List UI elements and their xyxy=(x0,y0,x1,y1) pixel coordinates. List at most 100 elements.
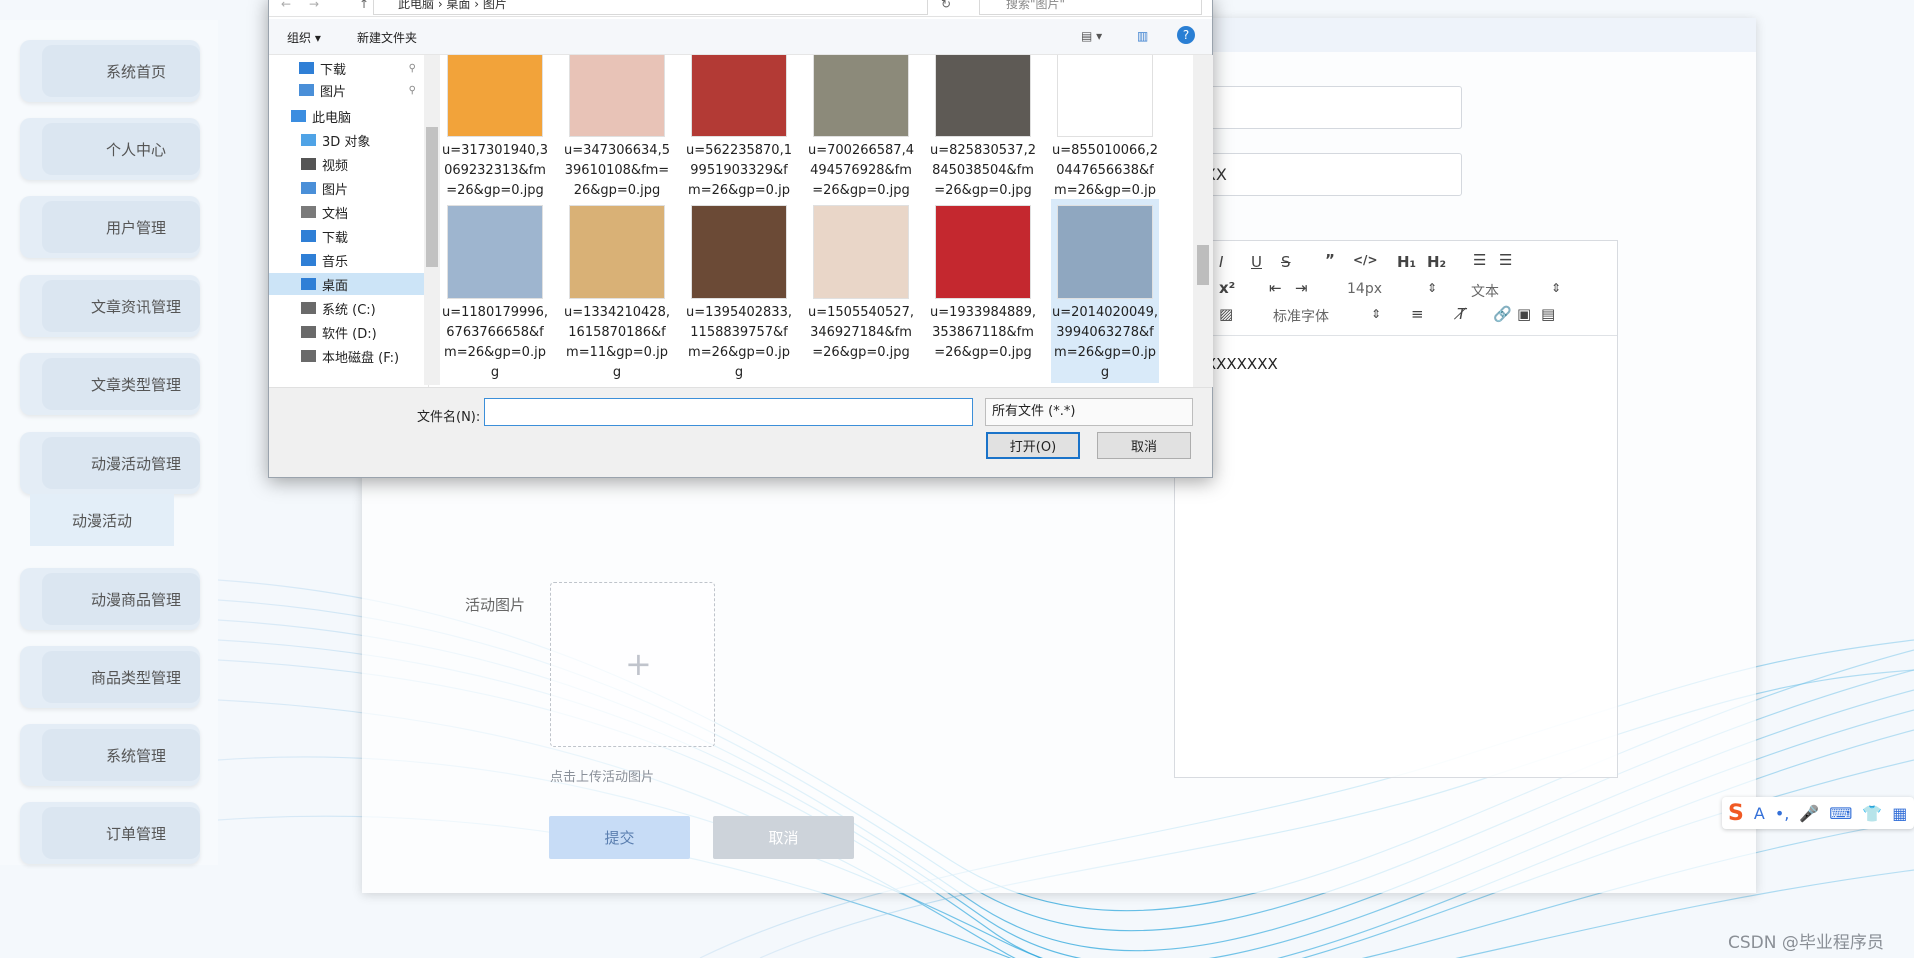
file-item[interactable]: u=347306634,539610108&fm=26&gp=0.jpg xyxy=(563,55,671,201)
heading1-icon[interactable]: H₁ xyxy=(1397,253,1416,271)
align-icon[interactable]: ≡ xyxy=(1411,305,1424,323)
nav-item-drive-c[interactable]: 系统 (C:) xyxy=(269,297,424,319)
nav-item-desktop[interactable]: 桌面 xyxy=(269,273,424,295)
image-icon[interactable]: ▣ xyxy=(1517,305,1531,323)
filename-label: 文件名(N): xyxy=(417,410,481,425)
view-options-icon[interactable]: ▤ ▾ xyxy=(1081,29,1102,43)
code-icon[interactable]: </> xyxy=(1353,253,1378,267)
3d-objects-icon xyxy=(301,134,316,146)
file-item[interactable]: u=1395402833,1158839757&fm=26&gp=0.jpg xyxy=(685,205,793,383)
file-item[interactable]: u=562235870,19951903329&fm=26&gp=0.jpg xyxy=(685,55,793,221)
file-item[interactable]: u=855010066,20447656638&fm=26&gp=0.jpg xyxy=(1051,55,1159,221)
file-item[interactable]: u=1180179996,6763766658&fm=26&gp=0.jpg xyxy=(441,205,549,383)
dialog-toolbar: 组织 ▾ 新建文件夹 ▤ ▾ ▥ ? xyxy=(269,19,1212,55)
refresh-icon[interactable]: ↻ xyxy=(941,0,951,11)
indent-icon[interactable]: ⇥ xyxy=(1295,279,1308,297)
upload-image-box[interactable]: + xyxy=(550,582,715,747)
superscript-icon[interactable]: x² xyxy=(1219,279,1235,297)
file-scroll-thumb[interactable] xyxy=(1197,245,1209,285)
ime-letter-icon[interactable]: A xyxy=(1754,804,1765,823)
blockquote-icon[interactable]: ” xyxy=(1325,251,1335,269)
download-icon xyxy=(299,62,314,74)
file-item[interactable]: u=700266587,4494576928&fm=26&gp=0.jpg xyxy=(807,55,915,201)
keyboard-icon[interactable]: ⌨ xyxy=(1829,804,1852,823)
nav-item-music[interactable]: 音乐 xyxy=(269,249,424,271)
nav-scrollbar[interactable] xyxy=(424,55,440,385)
filename-input[interactable] xyxy=(484,398,973,426)
rich-text-editor: I U S ” </> H₁ H₂ ☰ ☰ x² ⇤ ⇥ 14px ⇕ 文本 ⇕… xyxy=(1174,240,1618,778)
preview-pane-icon[interactable]: ▥ xyxy=(1137,29,1148,43)
nav-item-drive-f[interactable]: 本地磁盘 (F:) xyxy=(269,345,424,367)
outdent-icon[interactable]: ⇤ xyxy=(1269,279,1282,297)
drive-icon xyxy=(301,326,316,338)
sidebar-item-article-types[interactable]: 文章类型管理 xyxy=(20,353,200,415)
ordered-list-icon[interactable]: ☰ xyxy=(1473,251,1486,269)
nav-item-pictures-pinned[interactable]: 图片 ⚲ xyxy=(269,79,424,101)
sogou-logo-icon[interactable]: S xyxy=(1728,801,1744,826)
nav-item-3d-objects[interactable]: 3D 对象 xyxy=(269,129,424,151)
file-item[interactable]: u=825830537,2845038504&fm=26&gp=0.jpg xyxy=(929,55,1037,201)
up-icon[interactable]: ↑ xyxy=(359,0,369,11)
help-icon[interactable]: ? xyxy=(1177,26,1195,44)
search-input[interactable]: 搜索"图片" xyxy=(979,0,1202,15)
underline-icon[interactable]: U xyxy=(1251,253,1262,271)
sidebar-item-system[interactable]: 系统管理 xyxy=(20,724,200,786)
dialog-cancel-button[interactable]: 取消 xyxy=(1097,432,1191,459)
text-field-2[interactable]: XXXX xyxy=(1174,153,1462,196)
nav-item-videos[interactable]: 视频 xyxy=(269,153,424,175)
file-thumbnail xyxy=(447,55,543,137)
file-item-selected[interactable]: u=2014020049,3994063278&fm=26&gp=0.jpg xyxy=(1051,199,1159,383)
new-folder-button[interactable]: 新建文件夹 xyxy=(357,29,417,46)
address-input[interactable]: 此电脑 › 桌面 › 图片 xyxy=(373,0,928,15)
file-list: u=317301940,3069232313&fm=26&gp=0.jpg u=… xyxy=(441,55,1193,387)
sidebar-item-profile[interactable]: 个人中心 xyxy=(20,118,200,180)
nav-item-downloads[interactable]: 下载 ⚲ xyxy=(269,57,424,79)
skin-icon[interactable]: 👕 xyxy=(1862,804,1882,823)
text-field-1[interactable]: X xyxy=(1174,86,1462,129)
clear-format-icon[interactable]: T̸ xyxy=(1457,305,1466,323)
sidebar-item-goods-types[interactable]: 商品类型管理 xyxy=(20,646,200,708)
bullet-list-icon[interactable]: ☰ xyxy=(1499,251,1512,269)
toolbox-icon[interactable]: ▦ xyxy=(1892,804,1907,823)
file-item[interactable]: u=1334210428,1615870186&fm=11&gp=0.jpg xyxy=(563,205,671,383)
sidebar-item-orders[interactable]: 订单管理 xyxy=(20,802,200,864)
watermark: CSDN @毕业程序员 xyxy=(1728,933,1884,953)
submenu-item-anime-activity[interactable]: 动漫活动 xyxy=(30,494,174,546)
nav-item-this-pc[interactable]: 此电脑 xyxy=(269,105,424,127)
background-color-icon[interactable]: ▨ xyxy=(1219,305,1233,323)
paragraph-select[interactable]: 文本 xyxy=(1471,281,1499,301)
sidebar-item-users[interactable]: 用户管理 xyxy=(20,196,200,258)
forward-icon[interactable]: → xyxy=(309,0,319,11)
nav-item-drive-d[interactable]: 软件 (D:) xyxy=(269,321,424,343)
back-icon[interactable]: ← xyxy=(281,0,291,11)
font-size-chevron-icon: ⇕ xyxy=(1427,281,1438,295)
nav-scroll-thumb[interactable] xyxy=(426,127,438,267)
strikethrough-icon[interactable]: S xyxy=(1281,253,1291,271)
file-thumbnail xyxy=(569,205,665,299)
nav-item-downloads-pc[interactable]: 下载 xyxy=(269,225,424,247)
italic-icon[interactable]: I xyxy=(1219,253,1223,271)
heading2-icon[interactable]: H₂ xyxy=(1427,253,1446,271)
file-item[interactable]: u=317301940,3069232313&fm=26&gp=0.jpg xyxy=(441,55,549,201)
nav-item-documents[interactable]: 文档 xyxy=(269,201,424,223)
font-size-select[interactable]: 14px xyxy=(1347,281,1382,297)
sidebar-item-articles[interactable]: 文章资讯管理 xyxy=(20,275,200,337)
cancel-button[interactable]: 取消 xyxy=(713,816,854,859)
organize-button[interactable]: 组织 ▾ xyxy=(287,29,321,46)
open-button[interactable]: 打开(O) xyxy=(986,432,1080,459)
microphone-icon[interactable]: 🎤 xyxy=(1799,804,1819,823)
sidebar-item-anime-goods[interactable]: 动漫商品管理 xyxy=(20,568,200,630)
ime-punctuation-icon[interactable]: •, xyxy=(1775,804,1790,823)
nav-item-pictures[interactable]: 图片 xyxy=(269,177,424,199)
sidebar-item-home[interactable]: 系统首页 xyxy=(20,40,200,102)
file-item[interactable]: u=1933984889,353867118&fm=26&gp=0.jpg xyxy=(929,205,1037,363)
video-icon[interactable]: ▤ xyxy=(1541,305,1555,323)
paragraph-chevron-icon: ⇕ xyxy=(1551,281,1562,295)
filetype-select[interactable]: 所有文件 (*.*) xyxy=(985,398,1193,426)
submit-button[interactable]: 提交 xyxy=(549,816,690,859)
font-family-select[interactable]: 标准字体 xyxy=(1273,306,1329,326)
file-item[interactable]: u=1505540527,346927184&fm=26&gp=0.jpg xyxy=(807,205,915,363)
link-icon[interactable]: 🔗 xyxy=(1493,305,1512,323)
file-list-scrollbar[interactable] xyxy=(1193,55,1213,387)
sidebar-item-anime-activities[interactable]: 动漫活动管理 xyxy=(20,432,200,494)
